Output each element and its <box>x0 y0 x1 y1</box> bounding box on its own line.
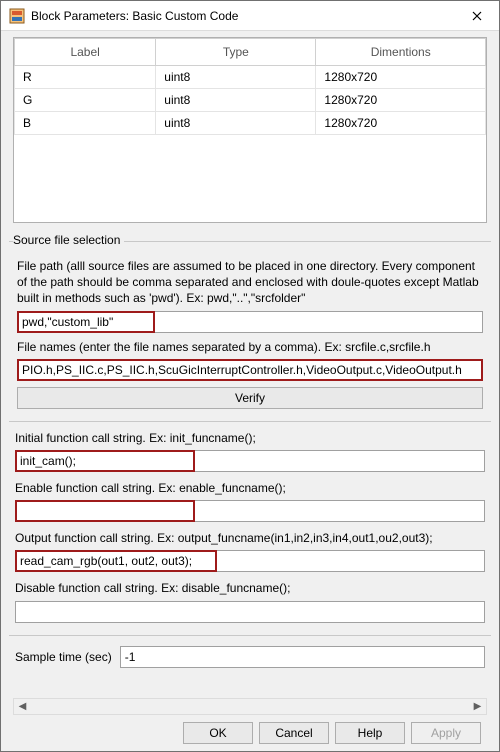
cell-type[interactable]: uint8 <box>156 66 316 89</box>
scroll-right-icon[interactable]: ▶ <box>469 699 486 714</box>
cancel-button[interactable]: Cancel <box>259 722 329 744</box>
filenames-input[interactable] <box>17 359 483 381</box>
dialog-window: Block Parameters: Basic Custom Code Labe… <box>0 0 500 752</box>
help-button[interactable]: Help <box>335 722 405 744</box>
cell-type[interactable]: uint8 <box>156 112 316 135</box>
scroll-left-icon[interactable]: ◀ <box>14 699 31 714</box>
table-row[interactable]: G uint8 1280x720 <box>15 89 486 112</box>
cell-dim[interactable]: 1280x720 <box>316 89 486 112</box>
ok-button[interactable]: OK <box>183 722 253 744</box>
col-type[interactable]: Type <box>156 39 316 66</box>
sample-time-label: Sample time (sec) <box>15 650 112 664</box>
verify-button[interactable]: Verify <box>17 387 483 409</box>
cell-dim[interactable]: 1280x720 <box>316 66 486 89</box>
horizontal-scrollbar[interactable]: ◀ ▶ <box>13 698 487 715</box>
init-func-desc: Initial function call string. Ex: init_f… <box>15 430 485 446</box>
cell-label[interactable]: G <box>15 89 156 112</box>
table-row[interactable]: B uint8 1280x720 <box>15 112 486 135</box>
source-group-title: Source file selection <box>13 233 124 247</box>
titlebar: Block Parameters: Basic Custom Code <box>1 1 499 31</box>
cell-label[interactable]: R <box>15 66 156 89</box>
enable-func-input[interactable] <box>15 500 485 522</box>
filenames-desc: File names (enter the file names separat… <box>17 339 483 355</box>
output-func-desc: Output function call string. Ex: output_… <box>15 530 485 546</box>
table-row[interactable]: R uint8 1280x720 <box>15 66 486 89</box>
cell-label[interactable]: B <box>15 112 156 135</box>
button-bar: OK Cancel Help Apply <box>7 715 493 751</box>
init-func-input[interactable] <box>15 450 485 472</box>
cell-dim[interactable]: 1280x720 <box>316 112 486 135</box>
output-func-input[interactable] <box>15 550 485 572</box>
window-title: Block Parameters: Basic Custom Code <box>31 9 454 23</box>
col-dimensions[interactable]: Dimentions <box>316 39 486 66</box>
apply-button[interactable]: Apply <box>411 722 481 744</box>
close-button[interactable] <box>454 1 499 31</box>
sample-time-input[interactable] <box>120 646 485 668</box>
filepath-input[interactable] <box>17 311 483 333</box>
filepath-desc: File path (alll source files are assumed… <box>17 258 483 307</box>
content: Label Type Dimentions R uint8 1280x720 G… <box>1 31 499 751</box>
disable-func-desc: Disable function call string. Ex: disabl… <box>15 580 485 596</box>
app-icon <box>9 8 25 24</box>
disable-func-input[interactable] <box>15 601 485 623</box>
col-label[interactable]: Label <box>15 39 156 66</box>
table-header-row: Label Type Dimentions <box>15 39 486 66</box>
params-table: Label Type Dimentions R uint8 1280x720 G… <box>13 37 487 223</box>
source-group: Source file selection File path (alll so… <box>9 241 491 409</box>
enable-func-desc: Enable function call string. Ex: enable_… <box>15 480 485 496</box>
cell-type[interactable]: uint8 <box>156 89 316 112</box>
